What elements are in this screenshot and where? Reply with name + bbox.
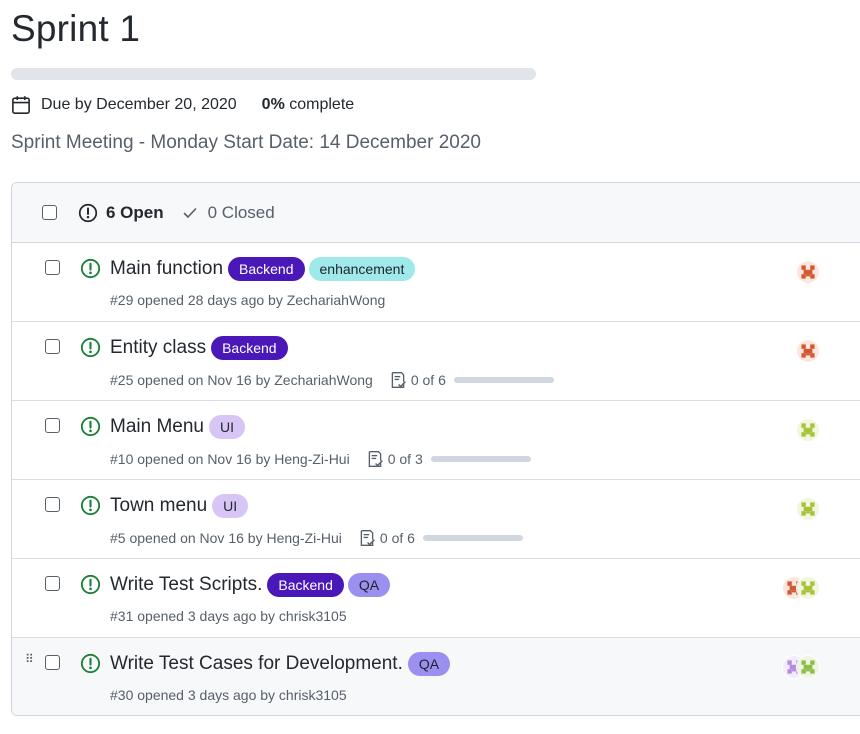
issue-title-link[interactable]: Entity class bbox=[110, 337, 206, 359]
label-backend[interactable]: Backend bbox=[211, 336, 288, 360]
closed-issues-filter[interactable]: 0 Closed bbox=[182, 203, 275, 223]
issue-title-link[interactable]: Main Menu bbox=[110, 416, 204, 438]
issue-opened-icon bbox=[80, 495, 101, 516]
issue-title-link[interactable]: Town menu bbox=[110, 495, 207, 517]
task-progress[interactable]: 0 of 6 bbox=[358, 529, 523, 547]
label-ui[interactable]: UI bbox=[212, 494, 249, 518]
open-count: 6 Open bbox=[106, 202, 164, 222]
task-progress-bar bbox=[422, 535, 523, 541]
issue-checkbox[interactable] bbox=[45, 418, 60, 433]
label-backend[interactable]: Backend bbox=[267, 573, 344, 597]
task-count: 0 of 6 bbox=[379, 530, 415, 546]
label-backend[interactable]: Backend bbox=[228, 257, 305, 281]
task-progress-bar bbox=[453, 377, 554, 383]
assignee-avatar[interactable] bbox=[796, 418, 820, 442]
label-qa[interactable]: QA bbox=[407, 652, 451, 676]
issue-meta-text: #25 opened on Nov 16 by ZechariahWong bbox=[110, 372, 373, 388]
issue-title-link[interactable]: Main function bbox=[110, 258, 223, 280]
issue-row[interactable]: Write Test Scripts. Backend QA #31 opened 3… bbox=[12, 559, 860, 638]
task-count: 0 of 3 bbox=[387, 451, 423, 467]
assignee-avatar[interactable] bbox=[796, 497, 820, 521]
check-icon bbox=[183, 207, 196, 218]
issues-list: 6 Open 0 Closed Main function Backend enha… bbox=[11, 182, 860, 716]
assignee-avatar[interactable] bbox=[796, 339, 820, 363]
issue-checkbox[interactable] bbox=[45, 260, 60, 275]
open-issues-filter[interactable]: 6 Open bbox=[78, 203, 164, 223]
milestone-percent-complete: 0% complete bbox=[261, 96, 355, 113]
issue-meta: #29 opened 28 days ago by ZechariahWong bbox=[110, 292, 385, 308]
checklist-icon bbox=[368, 451, 383, 467]
task-progress[interactable]: 0 of 6 bbox=[389, 371, 554, 389]
closed-count: 0 Closed bbox=[207, 202, 275, 222]
issues-list-header: 6 Open 0 Closed bbox=[12, 183, 860, 243]
checklist-icon bbox=[391, 372, 406, 388]
task-count: 0 of 6 bbox=[410, 372, 446, 388]
issue-checkbox[interactable] bbox=[45, 576, 60, 591]
issue-meta-text: #29 opened 28 days ago by ZechariahWong bbox=[110, 292, 386, 308]
assignee-avatar[interactable] bbox=[796, 260, 820, 284]
issue-opened-icon bbox=[80, 337, 101, 358]
issue-row[interactable]: ⠿ Write Test Cases for Development. QA #30 … bbox=[12, 638, 860, 715]
issue-meta: #5 opened on Nov 16 by Heng-Zi-Hui 0 of 6 bbox=[110, 529, 523, 547]
milestone-due-date: Due by December 20, 2020 bbox=[41, 96, 237, 113]
issue-checkbox[interactable] bbox=[45, 339, 60, 354]
milestone-progress-bar bbox=[11, 68, 536, 80]
drag-handle-icon[interactable]: ⠿ bbox=[25, 653, 34, 665]
issue-meta-text: #30 opened 3 days ago by chrisk3105 bbox=[110, 687, 347, 703]
issue-meta-text: #10 opened on Nov 16 by Heng-Zi-Hui bbox=[110, 451, 350, 467]
issue-meta-text: #31 opened 3 days ago by chrisk3105 bbox=[110, 608, 347, 624]
issue-row[interactable]: Main Menu UI #10 opened on Nov 16 by Heng-… bbox=[12, 401, 860, 480]
issue-title-link[interactable]: Write Test Scripts. bbox=[110, 574, 262, 596]
task-progress-bar bbox=[430, 456, 531, 462]
issue-meta-text: #5 opened on Nov 16 by Heng-Zi-Hui bbox=[110, 530, 342, 546]
issue-meta: #25 opened on Nov 16 by ZechariahWong 0 o… bbox=[110, 371, 554, 389]
assignee-avatar[interactable] bbox=[796, 576, 820, 600]
issue-row[interactable]: Entity class Backend #25 opened on Nov 16 … bbox=[12, 322, 860, 401]
issue-title-link[interactable]: Write Test Cases for Development. bbox=[110, 653, 403, 675]
issue-row[interactable]: Town menu UI #5 opened on Nov 16 by Heng-Z… bbox=[12, 480, 860, 559]
select-all-checkbox[interactable] bbox=[42, 205, 57, 220]
issue-row[interactable]: Main function Backend enhancement #29 opene… bbox=[12, 243, 860, 322]
issue-meta: #30 opened 3 days ago by chrisk3105 bbox=[110, 687, 347, 703]
milestone-meta: Due by December 20, 2020 0% complete bbox=[11, 94, 354, 116]
assignee-avatar[interactable] bbox=[796, 655, 820, 679]
issue-opened-icon bbox=[80, 416, 101, 437]
calendar-icon bbox=[12, 96, 30, 114]
task-progress[interactable]: 0 of 3 bbox=[366, 450, 531, 468]
issue-meta: #31 opened 3 days ago by chrisk3105 bbox=[110, 608, 347, 624]
issue-opened-icon bbox=[80, 258, 101, 279]
issue-opened-icon bbox=[80, 574, 101, 595]
label-qa[interactable]: QA bbox=[347, 573, 391, 597]
label-enhancement[interactable]: enhancement bbox=[308, 257, 416, 281]
milestone-description: Sprint Meeting - Monday Start Date: 14 D… bbox=[11, 132, 481, 153]
issue-opened-icon bbox=[80, 653, 101, 674]
label-ui[interactable]: UI bbox=[209, 415, 245, 439]
milestone-title: Sprint 1 bbox=[11, 8, 141, 49]
issue-meta: #10 opened on Nov 16 by Heng-Zi-Hui 0 of … bbox=[110, 450, 531, 468]
issue-checkbox[interactable] bbox=[45, 497, 60, 512]
issue-opened-icon bbox=[78, 203, 98, 222]
issue-checkbox[interactable] bbox=[45, 655, 60, 670]
checklist-icon bbox=[360, 530, 375, 546]
